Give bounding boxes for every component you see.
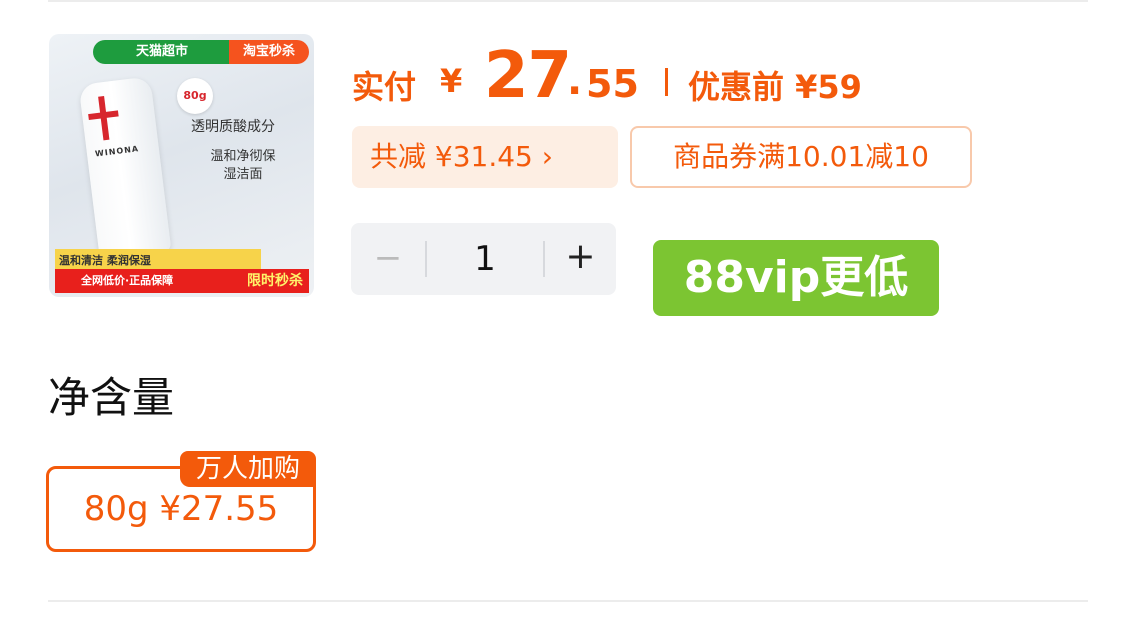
image-red-bar: 全网低价·正品保障 限时秒杀 <box>55 269 309 293</box>
price-decimal: 55 <box>586 62 639 106</box>
price-dot: . <box>567 58 583 104</box>
image-yellow-bar: 温和清洁 柔润保湿 <box>55 249 261 269</box>
original-price: 优惠前 ¥59 <box>688 68 862 106</box>
price-separator <box>665 68 668 96</box>
size-badge: 80g <box>177 78 213 114</box>
quantity-stepper: − 1 + <box>351 223 616 295</box>
product-image[interactable]: 天猫超市 淘宝秒杀 WINONA 80g 透明质酸成分 温和净彻保湿洁面 温和清… <box>49 34 314 297</box>
top-divider <box>48 0 1088 2</box>
increment-button[interactable]: + <box>545 223 616 295</box>
price-label: 实付 <box>352 68 417 106</box>
flash-sale-tag: 淘宝秒杀 <box>229 40 309 64</box>
total-saving-chip[interactable]: 共减 ¥31.45 › <box>352 126 618 188</box>
bottom-divider <box>48 600 1088 602</box>
spec-title: 净含量 <box>48 373 175 422</box>
brand-logo: WINONA <box>94 144 140 159</box>
cleanser-tube-image: WINONA <box>78 76 172 260</box>
vip-badge: 88vip更低 <box>653 240 939 316</box>
image-copy-ingredient: 透明质酸成分 <box>191 119 275 135</box>
decrement-button[interactable]: − <box>351 223 425 295</box>
currency-symbol: ¥ <box>440 62 463 100</box>
popular-tag: 万人加购 <box>180 451 316 487</box>
image-copy-benefit: 温和净彻保湿洁面 <box>210 149 276 182</box>
quantity-value[interactable]: 1 <box>427 223 543 295</box>
flash-sale-label: 限时秒杀 <box>247 273 303 289</box>
price-integer: 27 <box>484 39 572 113</box>
tmall-market-tag: 天猫超市 <box>93 40 231 64</box>
coupon-chip[interactable]: 商品券满10.01减10 <box>630 126 972 188</box>
